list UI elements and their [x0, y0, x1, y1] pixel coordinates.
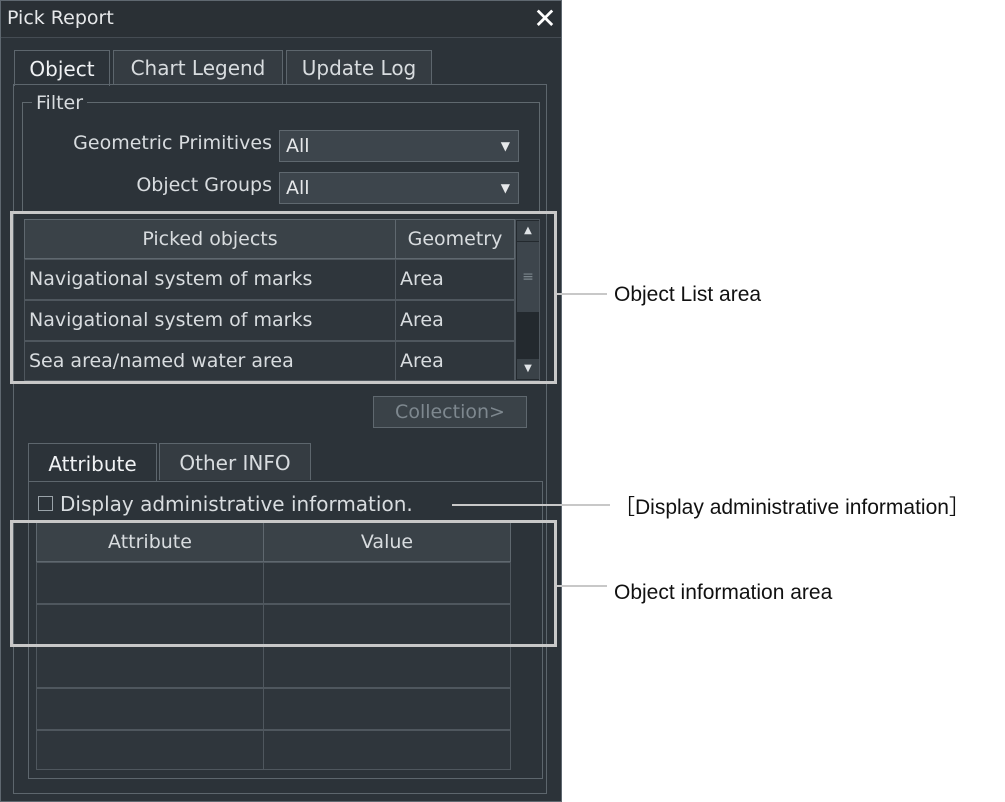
object-information-area-leader — [557, 585, 607, 587]
table-row[interactable] — [263, 730, 511, 770]
close-icon[interactable]: ✕ — [529, 3, 561, 35]
tab-other-info[interactable]: Other INFO — [159, 443, 311, 480]
table-row[interactable] — [36, 688, 264, 730]
table-row[interactable] — [263, 646, 511, 688]
table-row[interactable] — [36, 646, 264, 688]
chevron-down-icon: ▼ — [500, 139, 510, 153]
table-row[interactable] — [263, 688, 511, 730]
object-information-area-highlight — [10, 520, 557, 647]
display-admin-checkbox[interactable] — [38, 496, 53, 511]
window-title: Pick Report — [7, 7, 114, 29]
tab-update-log-label: Update Log — [301, 56, 417, 80]
tab-attribute-label: Attribute — [48, 452, 137, 476]
display-admin-leader — [452, 504, 610, 506]
object-list-area-leader — [557, 293, 607, 295]
tab-update-log[interactable]: Update Log — [286, 50, 432, 84]
tab-attribute[interactable]: Attribute — [28, 443, 157, 482]
object-list-area-highlight — [10, 211, 557, 384]
tab-chart-legend-label: Chart Legend — [130, 56, 266, 80]
tab-object[interactable]: Object — [14, 50, 110, 86]
tab-object-label: Object — [29, 57, 95, 81]
geometric-primitives-select[interactable]: All ▼ — [279, 130, 519, 162]
filter-legend: Filter — [32, 92, 88, 114]
geometric-primitives-label: Geometric Primitives — [73, 132, 272, 154]
collection-button[interactable]: Collection> — [373, 396, 527, 428]
tab-chart-legend[interactable]: Chart Legend — [113, 50, 283, 84]
object-list-area-callout: Object List area — [614, 283, 762, 306]
object-groups-select[interactable]: All ▼ — [279, 172, 519, 204]
object-information-area-callout: Object information area — [614, 581, 833, 604]
tab-other-info-label: Other INFO — [179, 451, 291, 475]
title-bar[interactable]: Pick Report ✕ — [1, 1, 561, 38]
display-admin-callout: ［Display administrative information］ — [614, 496, 970, 519]
display-admin-label[interactable]: Display administrative information. — [60, 492, 413, 516]
object-groups-label: Object Groups — [136, 174, 272, 196]
object-groups-value: All — [286, 177, 310, 199]
geometric-primitives-value: All — [286, 135, 310, 157]
chevron-down-icon: ▼ — [500, 181, 510, 195]
table-row[interactable] — [36, 730, 264, 770]
